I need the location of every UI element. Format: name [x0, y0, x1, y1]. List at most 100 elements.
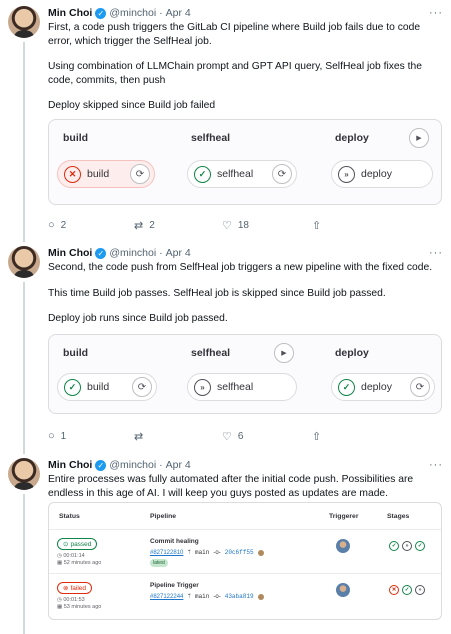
play-icon[interactable]: ▶ — [274, 343, 294, 363]
tweet-header: Min Choi ✓ @minchoi · Apr 4 ··· — [48, 7, 443, 19]
author-avatar[interactable] — [8, 458, 40, 490]
branch-name[interactable]: main — [195, 549, 209, 556]
retry-icon[interactable]: ⟳ — [132, 377, 152, 397]
retry-icon[interactable]: ⟳ — [410, 377, 430, 397]
commit-icon: -o- — [213, 549, 221, 556]
more-options-icon[interactable]: ··· — [429, 459, 443, 471]
author-handle[interactable]: @minchoi — [109, 459, 156, 471]
tweet-paragraph: This time Build job passes. SelfHeal job… — [48, 287, 386, 299]
thread-line — [23, 42, 25, 242]
job-label: selfheal — [217, 381, 254, 393]
branch-name[interactable]: main — [195, 593, 209, 600]
branch-icon: ᛘ — [187, 593, 191, 600]
job-build[interactable]: ✕ build ⟳ — [57, 160, 155, 188]
avatar — [257, 549, 264, 556]
heart-icon: ♡ — [222, 220, 232, 232]
status-badge[interactable]: ⊙ passed — [57, 538, 98, 550]
reply-button[interactable]: ○ 2 — [48, 219, 66, 231]
skipped-icon: » — [194, 378, 211, 396]
duration: ◷ 00:01:14 — [57, 553, 85, 559]
column-header: Status — [59, 513, 80, 520]
tweet-paragraph: Using combination of LLMChain prompt and… — [48, 61, 422, 86]
tweet-date[interactable]: Apr 4 — [166, 7, 191, 19]
branch-icon: ᛘ — [187, 549, 191, 556]
share-button[interactable]: ⇧ — [312, 219, 321, 232]
author-avatar[interactable] — [8, 246, 40, 278]
author-name[interactable]: Min Choi — [48, 459, 92, 471]
stage-passed-icon[interactable]: ✓ — [402, 585, 412, 595]
stage-failed-icon[interactable]: ✕ — [389, 585, 399, 595]
pipeline-graph-image[interactable]: build selfheal deploy ▶ ✓ build ⟳ » self… — [48, 334, 442, 414]
stage-skipped-icon[interactable]: » — [415, 585, 425, 595]
tweet-paragraph: Second, the code push from SelfHeal job … — [48, 262, 433, 273]
stage-title: selfheal — [191, 347, 231, 359]
retry-icon[interactable]: ⟳ — [272, 164, 292, 184]
tweet-paragraph: Entire processes was fully automated aft… — [48, 474, 414, 499]
more-options-icon[interactable]: ··· — [429, 7, 443, 19]
like-button[interactable]: ♡ 6 — [222, 430, 243, 443]
job-deploy[interactable]: » deploy — [331, 160, 433, 188]
triggerer-avatar[interactable] — [336, 583, 350, 597]
thread-line — [23, 282, 25, 454]
job-selfheal[interactable]: ✓ selfheal ⟳ — [187, 160, 297, 188]
job-selfheal[interactable]: » selfheal — [187, 373, 297, 401]
author-handle[interactable]: @minchoi — [109, 7, 156, 19]
stage-passed-icon[interactable]: ✓ — [389, 541, 399, 551]
pipeline-meta: #827122810 ᛘ main -o- 20c6ff55 — [150, 549, 264, 556]
author-handle[interactable]: @minchoi — [109, 247, 156, 259]
stage-skipped-icon[interactable]: » — [402, 541, 412, 551]
author-name[interactable]: Min Choi — [48, 7, 92, 19]
skipped-icon: » — [338, 165, 355, 183]
tweet-1[interactable]: Min Choi ✓ @minchoi · Apr 4 ··· First, a… — [0, 4, 451, 242]
table-row[interactable]: ⊗ failed ◷ 00:01:53 ▦ 53 minutes ago Pipe… — [49, 573, 441, 615]
tweet-paragraph: Deploy job runs since Build job passed. — [48, 313, 228, 324]
share-icon: ⇧ — [312, 431, 322, 443]
heart-icon: ♡ — [222, 431, 232, 443]
commit-sha-link[interactable]: 43aba819 — [225, 593, 254, 600]
stage-title: selfheal — [191, 132, 231, 144]
author-avatar[interactable] — [8, 6, 40, 38]
job-label: deploy — [361, 168, 392, 180]
like-button[interactable]: ♡ 18 — [222, 219, 249, 232]
commit-sha-link[interactable]: 20c6ff55 — [225, 549, 254, 556]
pipeline-id-link[interactable]: #827122244 — [150, 594, 183, 600]
pipeline-id-link[interactable]: #827122810 — [150, 550, 183, 556]
status-badge[interactable]: ⊗ failed — [57, 582, 92, 594]
repost-button[interactable]: ⇄ 2 — [134, 219, 155, 232]
passed-icon: ✓ — [338, 378, 355, 396]
triggerer-avatar[interactable] — [336, 539, 350, 553]
job-deploy[interactable]: ✓ deploy ⟳ — [331, 373, 435, 401]
author-name[interactable]: Min Choi — [48, 247, 92, 259]
pipeline-title[interactable]: Pipeline Trigger — [150, 582, 199, 589]
table-row[interactable]: ⊙ passed ◷ 00:01:14 ▦ 52 minutes ago Comm… — [49, 529, 441, 571]
pipeline-meta: #827122244 ᛘ main -o- 43aba819 — [150, 593, 264, 600]
failed-icon: ⊗ — [63, 585, 69, 592]
reply-icon: ○ — [48, 430, 55, 442]
pipeline-title[interactable]: Commit healing — [150, 538, 199, 545]
reply-button[interactable]: ○ 1 — [48, 430, 66, 442]
share-button[interactable]: ⇧ — [312, 430, 321, 443]
more-options-icon[interactable]: ··· — [429, 247, 443, 259]
column-header: Stages — [387, 513, 410, 520]
job-label: build — [87, 381, 110, 393]
tweet-text: Second, the code push from SelfHeal job … — [48, 261, 443, 338]
tweet-2[interactable]: Min Choi ✓ @minchoi · Apr 4 ··· Second, … — [0, 244, 451, 454]
job-build[interactable]: ✓ build ⟳ — [57, 373, 157, 401]
stage-passed-icon[interactable]: ✓ — [415, 541, 425, 551]
retry-icon[interactable]: ⟳ — [130, 164, 150, 184]
tweet-date[interactable]: Apr 4 — [166, 459, 191, 471]
tweet-date[interactable]: Apr 4 — [166, 247, 191, 259]
time-ago: ▦ 52 minutes ago — [57, 560, 102, 566]
repost-button[interactable]: ⇄ — [134, 430, 149, 443]
tweet-actions: ○ 2 ⇄ 2 ♡ 18 ⇧ — [48, 219, 328, 233]
play-icon[interactable]: ▶ — [409, 128, 429, 148]
pipelines-table-image[interactable]: Status Pipeline Triggerer Stages ⊙ passed… — [48, 502, 442, 620]
job-label: build — [87, 168, 110, 180]
job-label: selfheal — [217, 168, 254, 180]
column-header: Triggerer — [329, 513, 359, 520]
verified-icon: ✓ — [95, 247, 107, 259]
repost-icon: ⇄ — [134, 431, 144, 443]
stage-title: build — [63, 132, 89, 144]
pipeline-graph-image[interactable]: build selfheal deploy ▶ ✕ build ⟳ ✓ self… — [48, 119, 442, 205]
passed-icon: ✓ — [194, 165, 211, 183]
